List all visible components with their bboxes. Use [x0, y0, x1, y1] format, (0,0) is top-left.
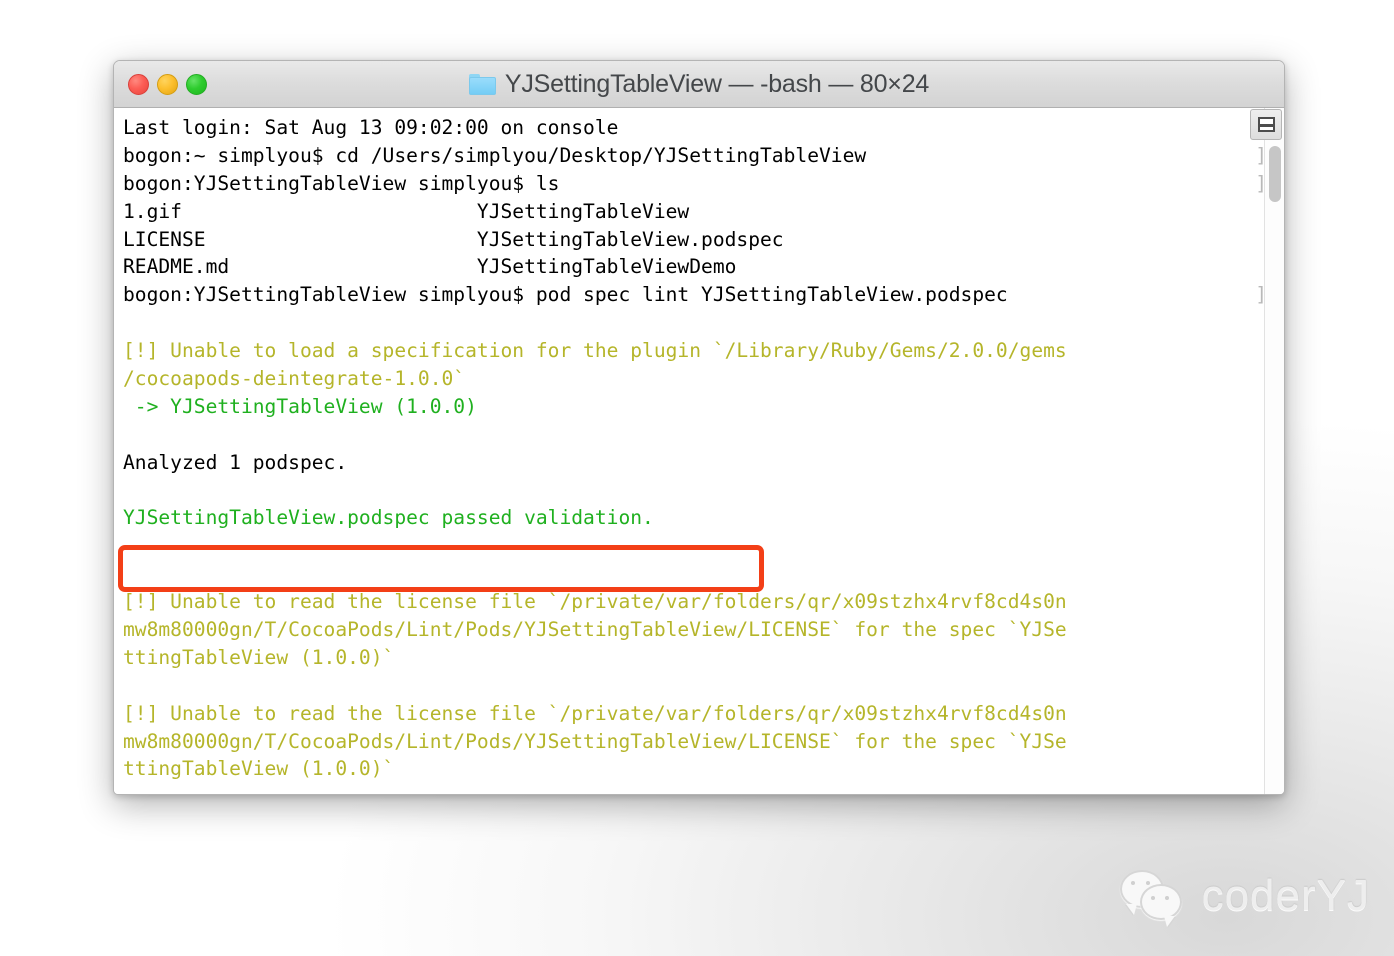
terminal-line: [!] Unable to read the license file `/pr… [123, 701, 1067, 725]
terminal-line: ttingTableView (1.0.0)` [123, 645, 395, 669]
terminal-line: bogon:YJSettingTableView simplyou$ pod s… [123, 283, 1008, 307]
window-title-bar[interactable]: YJSettingTableView — -bash — 80×24 [114, 61, 1284, 108]
terminal-line: Analyzed 1 podspec. [123, 450, 348, 474]
terminal-line: mw8m80000gn/T/CocoaPods/Lint/Pods/YJSett… [123, 729, 1067, 753]
terminal-line: README.md YJSettingTableViewDemo [123, 255, 737, 279]
terminal-line: LICENSE YJSettingTableView.podspec [123, 227, 784, 251]
scrollbar[interactable] [1264, 108, 1284, 794]
zoom-button[interactable] [186, 74, 207, 95]
terminal-line: Last login: Sat Aug 13 09:02:00 on conso… [123, 116, 619, 139]
terminal-line: /cocoapods-deintegrate-1.0.0` [123, 367, 466, 391]
window-title-group: YJSettingTableView — -bash — 80×24 [468, 69, 930, 99]
close-button[interactable] [128, 74, 149, 95]
terminal-line: [!] Unable to load a specification for t… [123, 339, 1067, 363]
window-controls [128, 61, 207, 108]
terminal-line: YJSettingTableView.podspec passed valida… [123, 506, 654, 530]
terminal-line: -> YJSettingTableView (1.0.0) [123, 394, 477, 418]
terminal-line: 1.gif YJSettingTableView [123, 199, 690, 223]
wechat-icon [1119, 870, 1186, 922]
watermark-text: coderYJ [1201, 871, 1370, 920]
terminal-line: bogon:YJSettingTableView simplyou$ ls [123, 171, 560, 195]
minimize-button[interactable] [157, 74, 178, 95]
terminal-window[interactable]: YJSettingTableView — -bash — 80×24 Last … [113, 60, 1285, 795]
window-title: YJSettingTableView — -bash — 80×24 [504, 69, 930, 98]
scrollbar-thumb[interactable] [1269, 146, 1281, 202]
terminal-line: mw8m80000gn/T/CocoaPods/Lint/Pods/YJSett… [123, 618, 1067, 642]
terminal-output: Last login: Sat Aug 13 09:02:00 on conso… [123, 114, 1067, 783]
folder-icon [468, 73, 496, 95]
terminal-line: bogon:~ simplyou$ cd /Users/simplyou/Des… [123, 143, 867, 167]
terminal-line: ttingTableView (1.0.0)` [123, 757, 395, 781]
terminal-line: [!] Unable to read the license file `/pr… [123, 590, 1067, 614]
terminal-body[interactable]: Last login: Sat Aug 13 09:02:00 on conso… [114, 108, 1284, 794]
split-pane-icon[interactable] [1250, 109, 1282, 140]
watermark: coderYJ [1119, 870, 1370, 922]
